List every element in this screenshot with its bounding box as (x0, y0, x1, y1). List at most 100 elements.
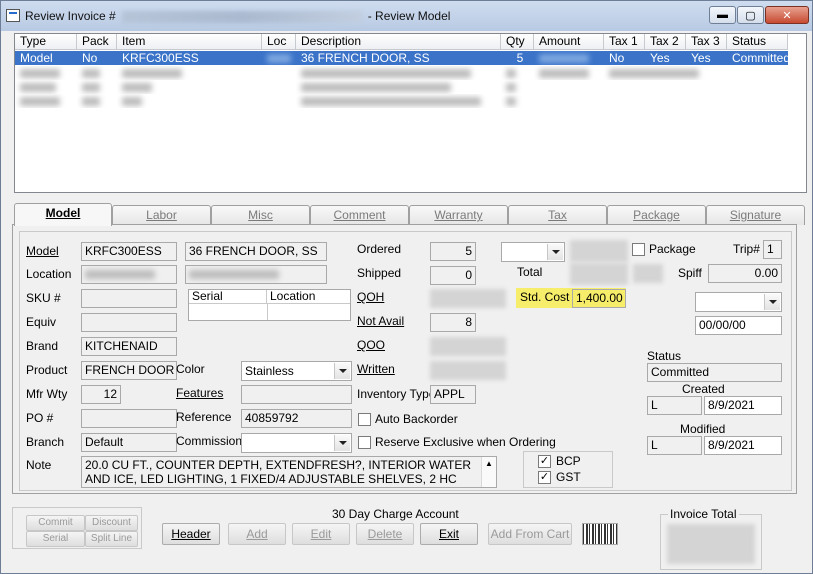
qoh-label: QOH (357, 290, 385, 304)
model-field[interactable]: KRFC300ESS (81, 242, 177, 261)
inventory-type-field[interactable]: APPL (430, 385, 476, 404)
equiv-field[interactable] (81, 313, 177, 332)
features-field[interactable] (241, 385, 352, 404)
col-tax2[interactable]: Tax 2 (645, 34, 686, 50)
package-checkbox[interactable] (632, 243, 645, 256)
ordered-field[interactable]: 5 (430, 242, 476, 261)
bcp-checkbox[interactable]: ✓ (538, 455, 551, 468)
minimize-button[interactable]: ▬ (709, 6, 736, 24)
blur-cell (77, 94, 117, 108)
location-col[interactable]: Location (267, 290, 350, 304)
blur-cell (15, 80, 77, 94)
chevron-down-icon[interactable] (334, 363, 350, 379)
model-description-field[interactable]: 36 FRENCH DOOR, SS (185, 242, 327, 261)
spiff-field[interactable]: 0.00 (708, 264, 782, 283)
line-items-grid[interactable]: Type Pack Item Loc Description Qty Amoun… (14, 33, 807, 193)
location-field[interactable] (81, 265, 177, 284)
serial-col[interactable]: Serial (189, 290, 267, 304)
reserve-label: Reserve Exclusive when Ordering (375, 435, 556, 449)
table-row[interactable] (15, 94, 788, 108)
reference-field[interactable]: 40859792 (241, 409, 352, 428)
cell-item: KRFC300ESS (122, 51, 199, 65)
split-line-button[interactable]: Split Line (85, 531, 138, 547)
discount-button[interactable]: Discount (85, 515, 138, 531)
tax-flags-group: ✓ BCP ✓ GST (523, 451, 613, 488)
col-item[interactable]: Item (117, 34, 262, 50)
redacted-amount (539, 54, 589, 64)
blur-cell (296, 80, 501, 94)
header-button[interactable]: Header (162, 523, 220, 545)
edit-button[interactable]: Edit (292, 523, 350, 545)
cell-tax1: No (609, 51, 625, 65)
title-bar[interactable]: Review Invoice # - Review Model ▬ ▢ ✕ (1, 1, 812, 31)
col-amount[interactable]: Amount (534, 34, 604, 50)
chevron-down-icon[interactable] (764, 294, 780, 310)
not-avail-field[interactable]: 8 (430, 313, 476, 332)
add-from-cart-button[interactable]: Add From Cart (488, 523, 572, 545)
col-type[interactable]: Type (15, 34, 77, 50)
col-qty[interactable]: Qty (501, 34, 534, 50)
table-row[interactable] (15, 80, 788, 94)
chevron-down-icon[interactable] (334, 435, 350, 451)
ordered-label: Ordered (357, 242, 402, 256)
redacted-value (85, 270, 155, 280)
table-row[interactable]: Model No KRFC300ESS 36 FRENCH DOOR, SS 5… (15, 51, 788, 65)
tab-tax[interactable]: Tax (508, 205, 607, 225)
branch-field[interactable]: Default (81, 433, 177, 452)
auto-backorder-checkbox[interactable] (358, 413, 371, 426)
tab-model[interactable]: Model (14, 203, 112, 226)
redacted-invoice-number (121, 10, 362, 23)
col-pack[interactable]: Pack (77, 34, 117, 50)
modified-label: Modified (680, 422, 726, 436)
po-field[interactable] (81, 409, 177, 428)
tab-comment[interactable]: Comment (310, 205, 409, 225)
color-select[interactable]: Stainless (241, 361, 352, 381)
status-label: Status (647, 349, 682, 363)
add-button-label: Add (246, 527, 268, 541)
col-description[interactable]: Description (296, 34, 501, 50)
gst-label: GST (556, 470, 581, 484)
barcode-icon[interactable] (582, 523, 618, 545)
commission-select[interactable] (241, 433, 352, 453)
blur-cell (15, 66, 77, 80)
inventory-type-label: Inventory Type (357, 387, 436, 401)
std-cost-field[interactable]: 1,400.00 (572, 289, 626, 308)
col-loc[interactable]: Loc (262, 34, 296, 50)
tab-misc[interactable]: Misc (211, 205, 310, 225)
date-field[interactable]: 00/00/00 (695, 316, 782, 335)
tab-labor[interactable]: Labor (112, 205, 211, 225)
product-field[interactable]: FRENCH DOOR FF (81, 361, 177, 380)
price-level-select[interactable] (501, 242, 565, 262)
shipped-field[interactable]: 0 (430, 266, 476, 285)
commit-button[interactable]: Commit (26, 515, 85, 531)
mfr-wty-field[interactable]: 12 (81, 385, 121, 404)
gst-checkbox[interactable]: ✓ (538, 471, 551, 484)
chevron-down-icon[interactable] (547, 244, 563, 260)
qoo-label: QOO (357, 338, 386, 352)
cell-qty: 5 (516, 51, 524, 65)
redacted-qoh (430, 289, 506, 308)
delete-button[interactable]: Delete (356, 523, 414, 545)
location-name-field[interactable] (185, 265, 327, 284)
table-row[interactable] (15, 66, 788, 80)
tab-warranty[interactable]: Warranty (409, 205, 508, 225)
serial-grid[interactable]: Serial Location (188, 289, 351, 321)
col-status[interactable]: Status (727, 34, 788, 50)
right-select[interactable] (695, 292, 782, 312)
tab-package[interactable]: Package (607, 205, 706, 225)
col-tax3[interactable]: Tax 3 (686, 34, 727, 50)
serial-button[interactable]: Serial (26, 531, 85, 547)
exit-button[interactable]: Exit (420, 523, 478, 545)
add-button[interactable]: Add (228, 523, 286, 545)
col-tax1[interactable]: Tax 1 (604, 34, 645, 50)
close-button[interactable]: ✕ (765, 6, 809, 24)
tab-signature[interactable]: Signature (706, 205, 805, 225)
cell-status: Committed (732, 51, 788, 65)
reserve-checkbox[interactable] (358, 436, 371, 449)
sku-field[interactable] (81, 289, 177, 308)
maximize-button[interactable]: ▢ (737, 6, 764, 24)
trip-field[interactable]: 1 (763, 240, 782, 259)
note-field[interactable]: 20.0 CU FT., COUNTER DEPTH, EXTENDFRESH?… (81, 456, 497, 488)
note-scrollbar[interactable]: ▲▼ (481, 457, 496, 487)
brand-field[interactable]: KITCHENAID (81, 337, 177, 356)
